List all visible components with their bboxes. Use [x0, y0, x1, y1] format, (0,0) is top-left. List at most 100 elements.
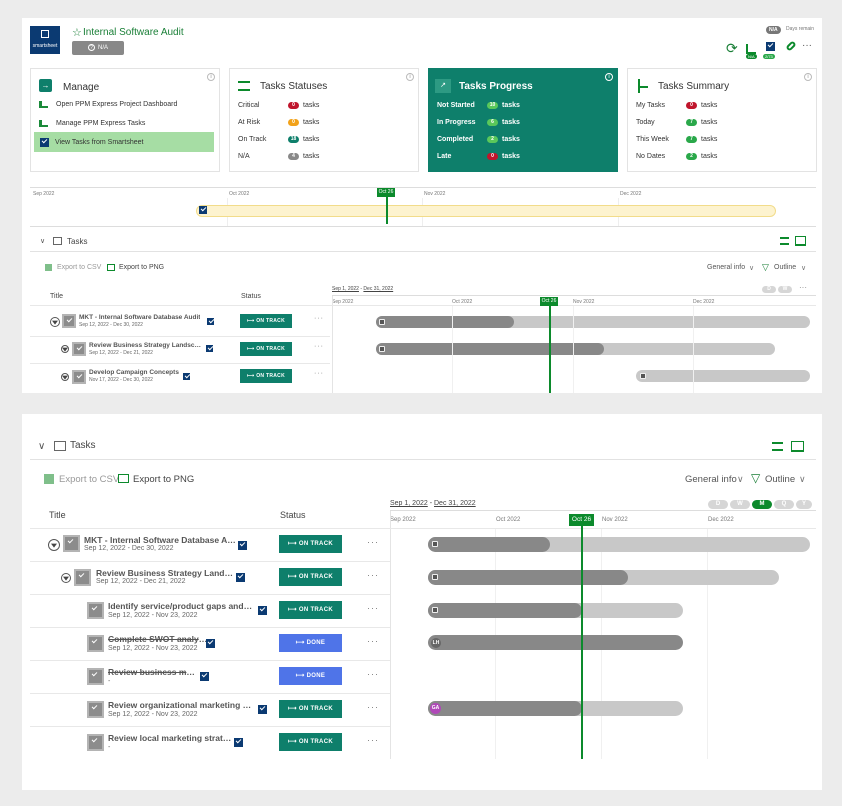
status-done-button[interactable]: ⟼ DONE — [279, 667, 342, 685]
date-range[interactable]: Sep 1, 2022 - Dec 31, 2022 — [390, 500, 476, 507]
zoom-quarter[interactable]: Q — [774, 500, 794, 509]
row-menu-icon[interactable]: ··· — [367, 669, 379, 679]
bar-handle[interactable] — [432, 541, 438, 547]
status-on-track-button[interactable]: ⟼ ON TRACK — [279, 568, 342, 586]
progress-in-progress[interactable]: In Progress 6 tasks — [437, 119, 520, 126]
task-title[interactable]: Review Business Strategy Landscape — [89, 342, 204, 349]
gantt-view-icon[interactable] — [795, 236, 806, 246]
project-title[interactable]: Internal Software Audit — [83, 27, 184, 38]
smartsheet-icon[interactable] — [258, 606, 267, 615]
smartsheet-icon[interactable] — [238, 541, 247, 550]
info-icon[interactable]: i — [207, 73, 215, 81]
task-title[interactable]: Review business model — [108, 667, 200, 677]
open-dashboard-link[interactable]: Open PPM Express Project Dashboard — [39, 101, 177, 108]
range-start[interactable]: Sep 1, 2022 — [390, 500, 428, 507]
collapse-tasks-icon[interactable]: ∨ — [38, 441, 45, 452]
bar-handle[interactable] — [379, 346, 385, 352]
info-icon[interactable]: i — [605, 73, 613, 81]
collapse-tasks-icon[interactable]: ∨ — [40, 237, 45, 245]
favorite-star-icon[interactable]: ☆ — [72, 26, 82, 39]
status-on-track-button[interactable]: ⟼ ON TRACK — [279, 535, 342, 553]
task-title[interactable]: Identify service/product gaps and o... — [108, 601, 253, 611]
status-at-risk[interactable]: At Risk 0 tasks — [238, 119, 319, 126]
export-png-button[interactable]: Export to PNG — [133, 474, 194, 485]
task-checkbox[interactable] — [72, 342, 86, 356]
row-menu-icon[interactable]: ··· — [367, 636, 379, 646]
task-title[interactable]: Review organizational marketing str... — [108, 700, 253, 710]
progress-chart-icon[interactable] — [746, 44, 756, 54]
status-on-track-button[interactable]: ⟼ ON TRACK — [240, 314, 292, 328]
project-status-button[interactable]: ? N/A — [72, 41, 124, 55]
progress-late[interactable]: Late 0 tasks — [437, 153, 520, 160]
more-zoom-icon[interactable]: ··· — [799, 283, 807, 292]
export-png-button[interactable]: Export to PNG — [119, 264, 164, 271]
collapse-toggle-icon[interactable] — [61, 373, 69, 381]
task-checkbox[interactable] — [74, 569, 91, 586]
smartsheet-icon[interactable] — [766, 42, 775, 51]
gantt-bar[interactable] — [428, 635, 683, 650]
collapse-toggle-icon[interactable] — [50, 317, 60, 327]
status-on-track-button[interactable]: ⟼ ON TRACK — [240, 369, 292, 383]
bar-handle[interactable] — [432, 574, 438, 580]
summary-no-dates[interactable]: No Dates 2 tasks — [636, 153, 717, 160]
refresh-icon[interactable]: ⟳ — [726, 40, 738, 57]
row-menu-icon[interactable]: ··· — [314, 343, 324, 350]
smartsheet-icon[interactable] — [206, 345, 213, 352]
title-column-header[interactable]: Title — [50, 293, 63, 300]
progress-not-started[interactable]: Not Started 10 tasks — [437, 102, 520, 109]
task-title[interactable]: Develop Campaign Concepts — [89, 369, 179, 376]
collapse-toggle-icon[interactable] — [48, 539, 60, 551]
status-on-track-button[interactable]: ⟼ ON TRACK — [240, 342, 292, 356]
list-view-icon[interactable] — [772, 442, 783, 451]
status-column-header[interactable]: Status — [280, 510, 306, 520]
task-checkbox[interactable] — [62, 314, 76, 328]
summary-my-tasks[interactable]: My Tasks 0 tasks — [636, 102, 717, 109]
zoom-year[interactable]: Y — [796, 500, 812, 509]
smartsheet-icon[interactable] — [183, 373, 190, 380]
task-title[interactable]: Review local marketing strategy — [108, 733, 233, 743]
zoom-day[interactable]: D — [708, 500, 728, 509]
task-checkbox[interactable] — [72, 370, 86, 384]
task-checkbox[interactable] — [87, 734, 104, 751]
range-start[interactable]: Sep 1, 2022 — [332, 286, 359, 292]
task-title[interactable]: Complete SWOT analysis — [108, 634, 208, 644]
manage-tasks-link[interactable]: Manage PPM Express Tasks — [39, 120, 145, 127]
collapse-toggle-icon[interactable] — [61, 573, 71, 583]
outline-dropdown[interactable]: Outline — [765, 474, 795, 485]
smartsheet-icon[interactable] — [200, 672, 209, 681]
status-done-button[interactable]: ⟼ DONE — [279, 634, 342, 652]
range-end[interactable]: Dec 31, 2022 — [363, 286, 393, 292]
status-column-header[interactable]: Status — [241, 293, 261, 300]
row-menu-icon[interactable]: ··· — [367, 735, 379, 745]
zoom-week[interactable]: W — [730, 500, 750, 509]
task-checkbox[interactable] — [87, 668, 104, 685]
more-menu-icon[interactable]: ··· — [802, 40, 812, 51]
row-menu-icon[interactable]: ··· — [314, 315, 324, 322]
filter-icon[interactable]: ▽ — [762, 262, 769, 273]
row-menu-icon[interactable]: ··· — [367, 537, 379, 547]
smartsheet-icon[interactable] — [207, 318, 214, 325]
task-checkbox[interactable] — [63, 535, 80, 552]
summary-today[interactable]: Today 7 tasks — [636, 119, 717, 126]
smartsheet-icon[interactable] — [206, 639, 215, 648]
smartsheet-icon[interactable] — [234, 738, 243, 747]
row-menu-icon[interactable]: ··· — [367, 603, 379, 613]
gantt-bar[interactable] — [636, 370, 810, 382]
list-view-icon[interactable] — [780, 237, 789, 245]
assignee-avatar[interactable]: GA — [430, 703, 441, 714]
task-title[interactable]: MKT - Internal Software Database Audit — [79, 314, 200, 321]
status-on-track-button[interactable]: ⟼ ON TRACK — [279, 700, 342, 718]
row-menu-icon[interactable]: ··· — [367, 702, 379, 712]
row-menu-icon[interactable]: ··· — [314, 370, 324, 377]
zoom-month[interactable]: M — [752, 500, 772, 509]
row-menu-icon[interactable]: ··· — [367, 570, 379, 580]
general-info-dropdown[interactable]: General info — [685, 474, 737, 485]
project-timeline-bar[interactable] — [196, 205, 776, 217]
task-checkbox[interactable] — [87, 701, 104, 718]
outline-dropdown[interactable]: Outline — [774, 264, 796, 271]
status-critical[interactable]: Critical 0 tasks — [238, 102, 319, 109]
task-checkbox[interactable] — [87, 602, 104, 619]
zoom-day[interactable]: D — [762, 286, 776, 293]
export-csv-button[interactable]: Export to CSV — [57, 264, 101, 271]
info-icon[interactable]: i — [804, 73, 812, 81]
